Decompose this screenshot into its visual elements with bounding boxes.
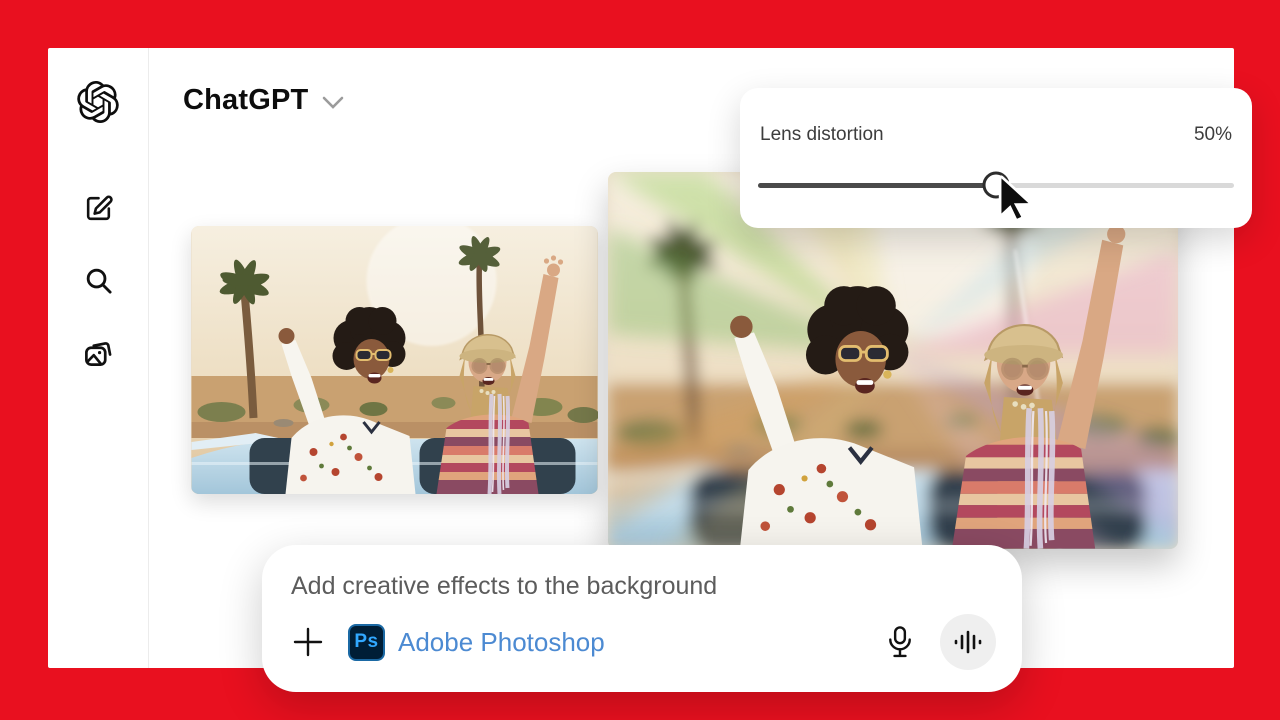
- prompt-composer[interactable]: Add creative effects to the background P…: [262, 545, 1022, 692]
- chatgpt-window: ChatGPT Lens distortion 50% Add creative…: [48, 48, 1252, 692]
- dictate-button[interactable]: [878, 620, 922, 664]
- sidebar: [48, 48, 148, 668]
- page-title: ChatGPT: [183, 84, 309, 116]
- plugin-name: Adobe Photoshop: [398, 626, 605, 657]
- app-frame: ChatGPT Lens distortion 50% Add creative…: [0, 0, 1280, 720]
- compose-icon: [86, 195, 113, 220]
- attach-button[interactable]: [291, 625, 325, 659]
- effect-slider-panel: Lens distortion 50%: [740, 88, 1252, 228]
- voice-waveform-icon: [954, 630, 982, 654]
- slider-label: Lens distortion: [760, 124, 884, 145]
- search-icon: [86, 268, 112, 294]
- library-icon: [84, 341, 111, 366]
- sidebar-item-library[interactable]: [76, 332, 120, 376]
- openai-logo-icon[interactable]: [76, 80, 120, 124]
- sidebar-item-new-chat[interactable]: [76, 186, 120, 230]
- model-switcher[interactable]: ChatGPT: [183, 84, 344, 117]
- slider-value: 50%: [1193, 124, 1232, 145]
- voice-mode-button[interactable]: [940, 614, 996, 670]
- mouse-cursor-icon: [998, 175, 1031, 220]
- photoshop-plugin-chip[interactable]: Ps Adobe Photoshop: [348, 623, 605, 661]
- prompt-input-text[interactable]: Add creative effects to the background: [291, 572, 717, 601]
- microphone-icon: [889, 626, 911, 658]
- plus-icon: [293, 627, 323, 657]
- sidebar-divider: [148, 48, 149, 668]
- photoshop-badge-icon: Ps: [348, 623, 385, 661]
- photo-original[interactable]: [191, 226, 598, 494]
- sidebar-item-search[interactable]: [76, 258, 120, 302]
- slider-fill: [758, 183, 996, 188]
- chevron-down-icon: [323, 96, 344, 109]
- photo-with-effect[interactable]: [608, 172, 1178, 549]
